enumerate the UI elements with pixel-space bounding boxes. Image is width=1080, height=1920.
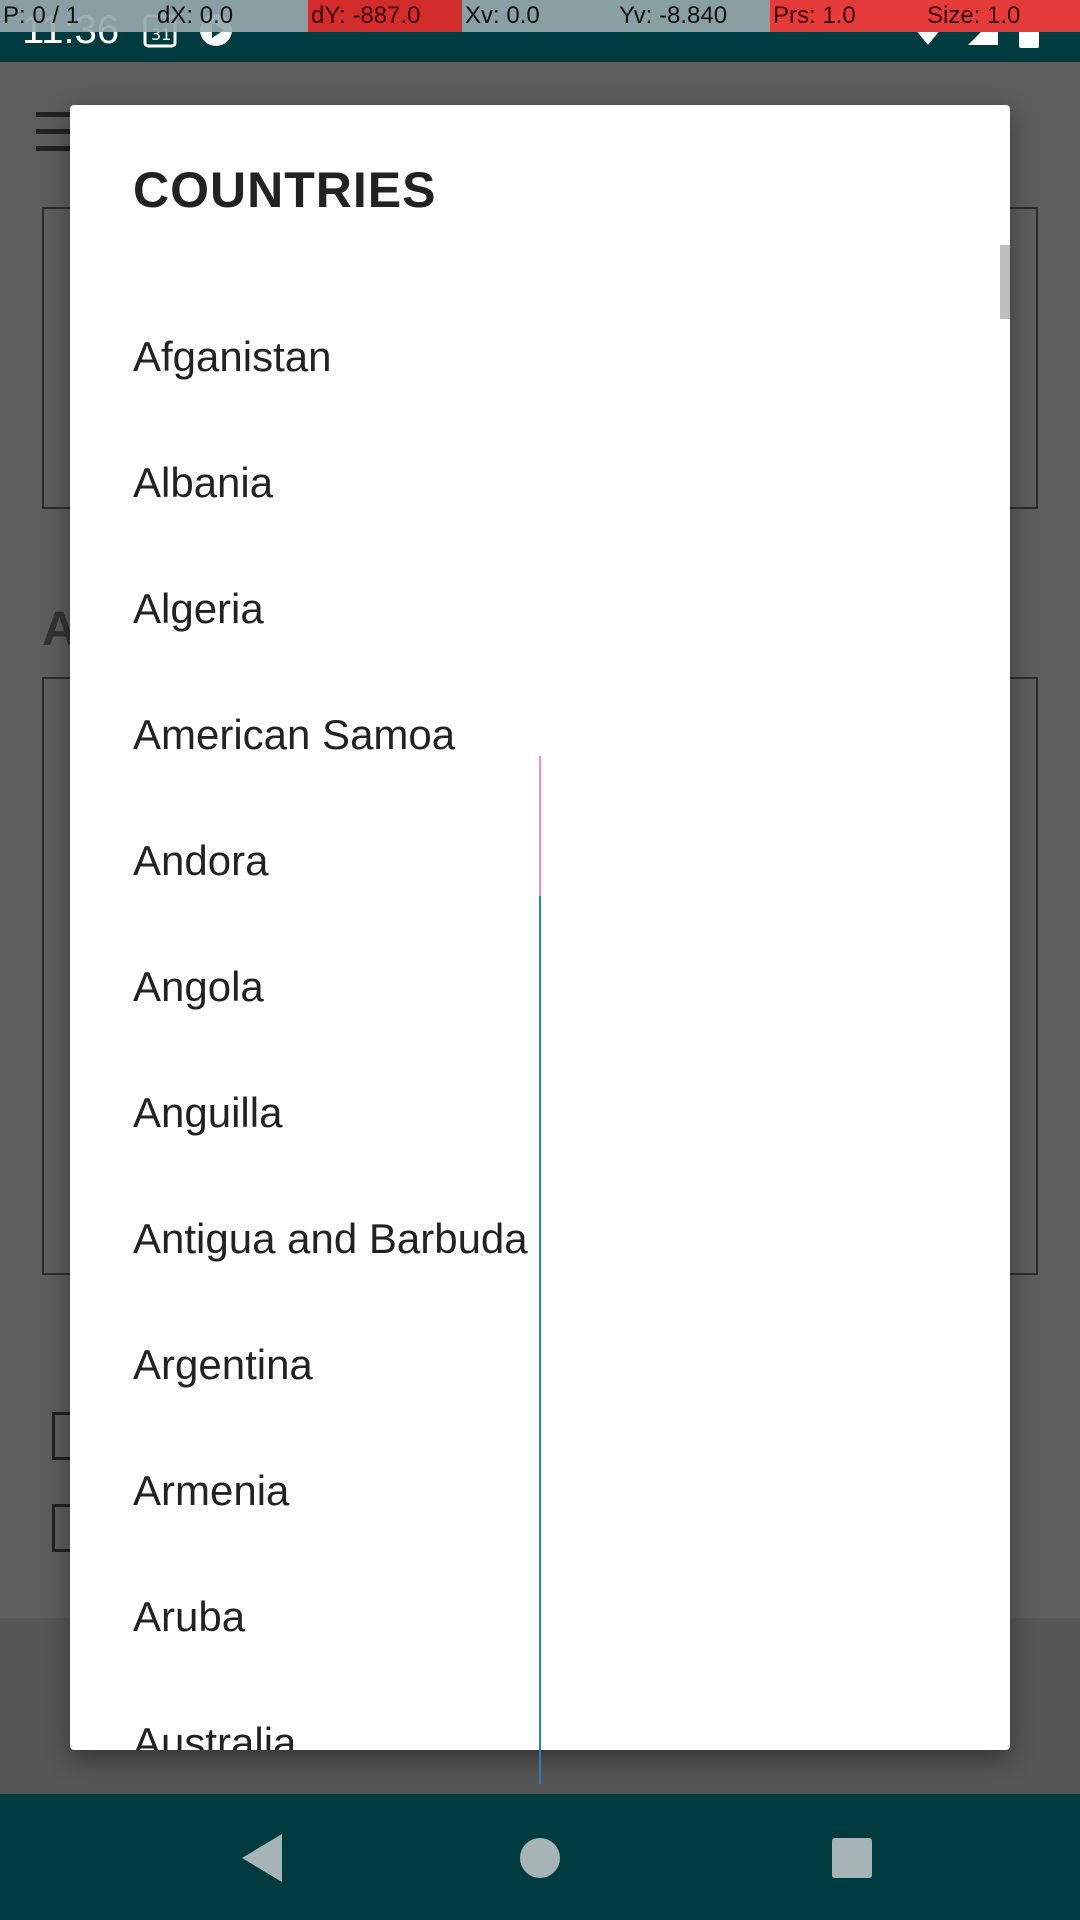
debug-dx: dX: 0.0: [154, 0, 308, 32]
debug-size: Size: 1.0: [924, 0, 1080, 32]
country-item[interactable]: Afganistan: [70, 294, 1010, 420]
list-scrollbar[interactable]: [1000, 245, 1010, 319]
debug-pointer: P: 0 / 1: [0, 0, 154, 32]
home-circle-icon[interactable]: [518, 1830, 562, 1886]
debug-dy: dY: -887.0: [308, 0, 462, 32]
recents-square-icon[interactable]: [830, 1830, 874, 1886]
touch-trace-line: [539, 896, 541, 1784]
navigation-bar: [0, 1794, 1080, 1920]
back-triangle-icon[interactable]: [238, 1830, 288, 1886]
debug-prs: Prs: 1.0: [770, 0, 924, 32]
debug-xv: Xv: 0.0: [462, 0, 616, 32]
country-item[interactable]: Algeria: [70, 546, 1010, 672]
debug-yv: Yv: -8.840: [616, 0, 770, 32]
dialog-title: COUNTRIES: [133, 162, 437, 218]
touch-trace-line: [539, 756, 541, 896]
pointer-location-overlay: P: 0 / 1 dX: 0.0 dY: -887.0 Xv: 0.0 Yv: …: [0, 0, 1080, 32]
country-item[interactable]: Albania: [70, 420, 1010, 546]
